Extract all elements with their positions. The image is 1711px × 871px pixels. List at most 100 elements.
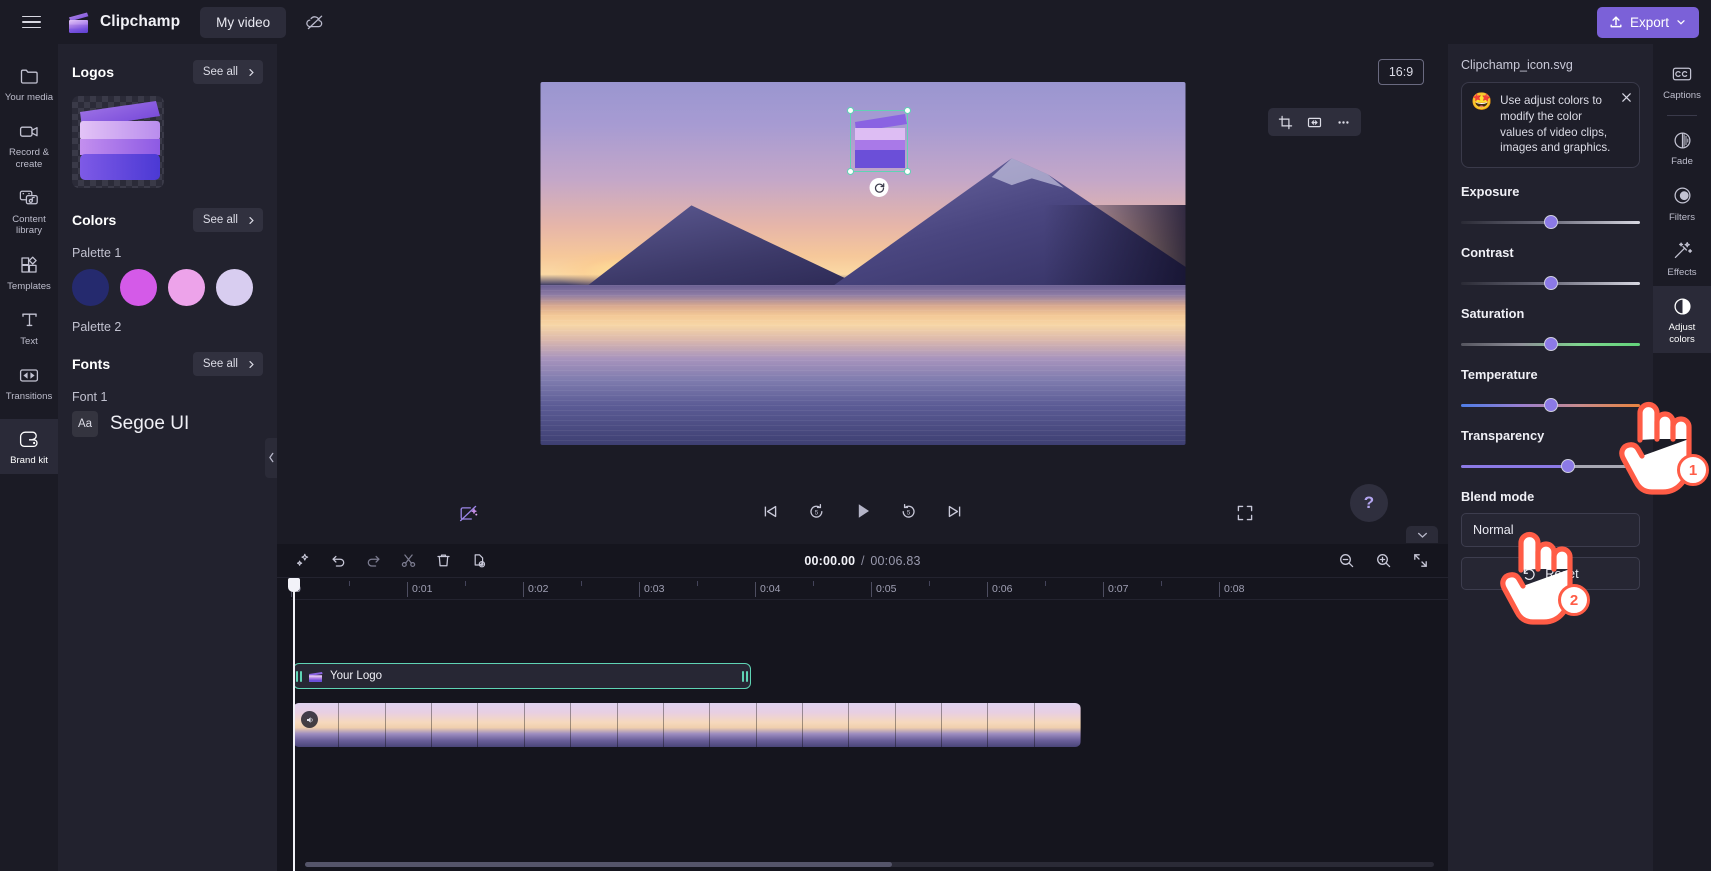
more-options-icon[interactable] xyxy=(1330,110,1357,134)
temperature-slider[interactable] xyxy=(1461,398,1640,413)
rail-item-adjust-colors[interactable]: Adjust colors xyxy=(1653,286,1711,353)
clip-trim-handle-left[interactable] xyxy=(294,664,304,688)
volume-icon[interactable] xyxy=(301,711,318,728)
rail-item-captions[interactable]: Captions xyxy=(1653,54,1711,109)
playhead[interactable] xyxy=(288,578,299,871)
star-struck-emoji-icon: 🤩 xyxy=(1471,92,1493,111)
sidebar-item-content-library[interactable]: Content library xyxy=(0,178,58,245)
clip-trim-handle-right[interactable] xyxy=(740,664,750,688)
project-tab[interactable]: My video xyxy=(200,6,287,38)
selected-overlay[interactable] xyxy=(847,107,911,197)
sidebar-item-record-create[interactable]: Record & create xyxy=(0,111,58,178)
rail-item-filters[interactable]: Filters xyxy=(1653,176,1711,231)
duplicate-icon[interactable] xyxy=(466,549,490,573)
ruler-label: 0:05 xyxy=(876,583,897,595)
skip-to-end-icon[interactable] xyxy=(940,496,970,526)
timeline-clip-video[interactable] xyxy=(293,703,1081,747)
timeline-horizontal-scrollbar[interactable] xyxy=(305,862,1434,867)
rotate-handle-icon[interactable] xyxy=(869,178,889,197)
font-preview-chip: Aa xyxy=(72,411,98,437)
media-library-icon xyxy=(18,187,40,209)
blend-mode-select[interactable]: Normal xyxy=(1461,513,1640,548)
video-thumbnail xyxy=(849,703,896,747)
sidebar-item-brand-kit[interactable]: Brand kit xyxy=(0,418,58,474)
video-thumbnail xyxy=(478,703,525,747)
split-scissors-icon[interactable] xyxy=(396,549,420,573)
logos-see-all-button[interactable]: See all xyxy=(192,60,263,84)
effects-wand-icon xyxy=(1672,240,1693,262)
aspect-ratio-badge[interactable]: 16:9 xyxy=(1378,59,1424,85)
colors-see-all-button[interactable]: See all xyxy=(192,208,263,232)
timeline-tools xyxy=(291,549,490,573)
color-swatch[interactable] xyxy=(72,269,109,306)
hamburger-icon[interactable] xyxy=(14,5,48,39)
fullscreen-icon[interactable] xyxy=(1232,500,1258,526)
exposure-slider[interactable] xyxy=(1461,215,1640,230)
color-swatch[interactable] xyxy=(216,269,253,306)
help-button[interactable]: ? xyxy=(1350,484,1388,522)
sidebar-item-label: Your media xyxy=(4,92,54,103)
resize-handle-top-right[interactable] xyxy=(904,107,911,114)
redo-icon[interactable] xyxy=(361,549,385,573)
auto-compose-icon[interactable] xyxy=(455,500,481,526)
video-thumbnail xyxy=(663,703,711,747)
temperature-label: Temperature xyxy=(1461,367,1538,383)
transparency-slider[interactable] xyxy=(1461,459,1640,474)
contrast-slider[interactable] xyxy=(1461,276,1640,291)
resize-handle-bottom-right[interactable] xyxy=(904,168,911,175)
video-thumbnail xyxy=(571,703,618,747)
colors-section-header: Colors See all xyxy=(72,208,263,232)
collapse-panel-button[interactable] xyxy=(265,437,277,478)
forward-5-icon[interactable]: 5 xyxy=(894,496,924,526)
brand-logo-thumbnail[interactable] xyxy=(72,96,164,188)
clip-name: Your Logo xyxy=(330,670,383,682)
chevron-down-icon[interactable] xyxy=(1406,526,1438,543)
sidebar-item-your-media[interactable]: Your media xyxy=(0,56,58,111)
transport-bar: 5 5 ? xyxy=(277,482,1448,544)
color-swatch[interactable] xyxy=(168,269,205,306)
svg-text:5: 5 xyxy=(907,509,911,516)
skip-to-start-icon[interactable] xyxy=(756,496,786,526)
fonts-section-header: Fonts See all xyxy=(72,352,263,376)
rail-item-fade[interactable]: Fade xyxy=(1653,120,1711,175)
saturation-slider[interactable] xyxy=(1461,337,1640,352)
video-thumbnail xyxy=(895,703,943,747)
timeline-ruler[interactable]: 0 0:01 0:02 0:03 0:04 0:05 xyxy=(291,578,1448,600)
close-icon[interactable] xyxy=(1621,90,1632,108)
play-icon[interactable] xyxy=(848,496,878,526)
folder-icon xyxy=(19,65,40,87)
fit-timeline-icon[interactable] xyxy=(1408,549,1432,573)
sidebar-item-label: Templates xyxy=(7,280,51,292)
filters-icon xyxy=(1672,185,1693,207)
timeline-clip-logo[interactable]: Your Logo xyxy=(293,663,751,689)
font-1-row[interactable]: Aa Segoe UI xyxy=(72,411,263,437)
ruler-label: 0:02 xyxy=(528,583,549,595)
undo-icon[interactable] xyxy=(326,549,350,573)
sidebar-item-transitions[interactable]: Transitions xyxy=(0,355,58,410)
right-properties-rail: Captions Fade Filters Effects Adjust col… xyxy=(1653,44,1711,871)
svg-text:5: 5 xyxy=(815,509,819,516)
zoom-out-icon[interactable] xyxy=(1334,549,1358,573)
magic-wand-icon[interactable] xyxy=(291,549,315,573)
resize-handle-bottom-left[interactable] xyxy=(847,168,854,175)
sidebar-item-text[interactable]: Text xyxy=(0,300,58,355)
rail-item-effects[interactable]: Effects xyxy=(1653,231,1711,286)
color-swatch[interactable] xyxy=(120,269,157,306)
zoom-in-icon[interactable] xyxy=(1371,549,1395,573)
clip-thumbnail-icon xyxy=(308,670,323,682)
video-thumbnail xyxy=(1034,703,1081,747)
delete-trash-icon[interactable] xyxy=(431,549,455,573)
see-all-label: See all xyxy=(202,214,238,226)
rewind-5-icon[interactable]: 5 xyxy=(802,496,832,526)
see-all-label: See all xyxy=(202,66,238,78)
fonts-see-all-button[interactable]: See all xyxy=(192,352,263,376)
export-button[interactable]: Export xyxy=(1596,6,1699,38)
cloud-off-icon[interactable] xyxy=(300,7,330,37)
sidebar-item-templates[interactable]: Templates xyxy=(0,245,58,300)
reset-button[interactable]: Reset xyxy=(1461,557,1640,591)
reset-label: Reset xyxy=(1545,566,1579,582)
crop-icon[interactable] xyxy=(1272,110,1299,134)
chevron-left-icon xyxy=(269,452,274,463)
fit-to-screen-icon[interactable] xyxy=(1301,110,1328,134)
resize-handle-top-left[interactable] xyxy=(847,107,854,114)
